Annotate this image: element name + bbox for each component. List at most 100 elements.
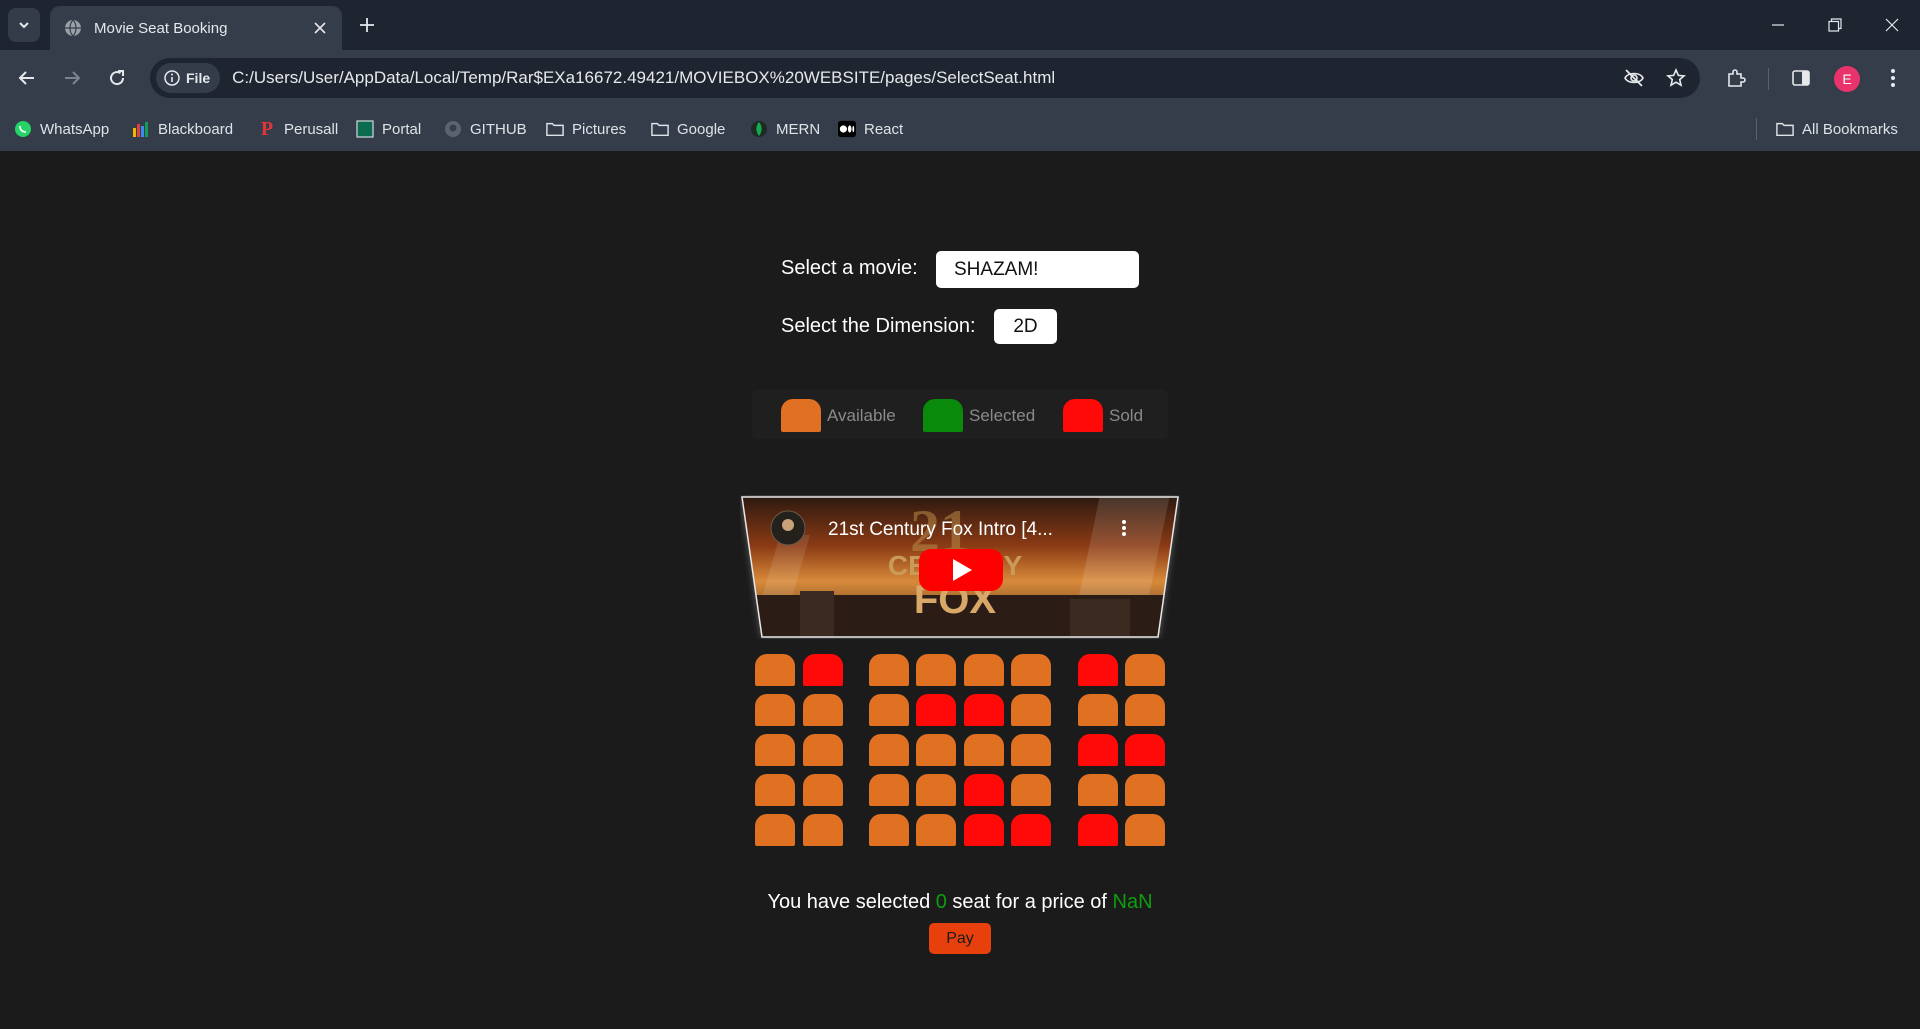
dimension-select[interactable]: 2D bbox=[994, 309, 1057, 344]
minimize-icon bbox=[1771, 24, 1784, 26]
perusall-icon: P bbox=[260, 117, 274, 140]
blackboard-icon bbox=[132, 120, 150, 138]
globe-icon bbox=[65, 19, 81, 37]
restore-button[interactable] bbox=[1806, 0, 1863, 50]
bookmark-label: Blackboard bbox=[158, 120, 234, 138]
seat-available[interactable] bbox=[1125, 654, 1165, 686]
seat-available[interactable] bbox=[869, 734, 909, 766]
address-bar[interactable]: File C:/Users/User/AppData/Local/Temp/Ra… bbox=[150, 58, 1700, 98]
all-bookmarks[interactable]: All Bookmarks bbox=[1776, 116, 1898, 142]
bookmark-github[interactable]: GITHUB bbox=[444, 116, 527, 142]
seat-available[interactable] bbox=[1078, 774, 1118, 806]
seat-sold bbox=[964, 774, 1004, 806]
url-text[interactable]: C:/Users/User/AppData/Local/Temp/Rar$EXa… bbox=[232, 68, 1616, 88]
close-icon bbox=[314, 22, 326, 34]
youtube-play-button[interactable] bbox=[919, 549, 1003, 591]
eye-off-button[interactable] bbox=[1616, 60, 1652, 96]
side-panel-button[interactable] bbox=[1783, 60, 1819, 96]
puzzle-icon bbox=[1728, 69, 1746, 87]
file-label: File bbox=[186, 70, 211, 86]
movie-select[interactable]: SHAZAM! bbox=[936, 251, 1139, 288]
seat-available[interactable] bbox=[755, 734, 795, 766]
seat-available[interactable] bbox=[964, 734, 1004, 766]
legend-label: Available bbox=[827, 405, 896, 425]
seat-sold bbox=[803, 654, 843, 686]
close-tab-button[interactable] bbox=[306, 14, 334, 42]
seat-available[interactable] bbox=[869, 814, 909, 846]
seat-available[interactable] bbox=[803, 694, 843, 726]
seat-available[interactable] bbox=[755, 654, 795, 686]
bookmark-google[interactable]: Google bbox=[651, 116, 725, 142]
seat-available[interactable] bbox=[964, 654, 1004, 686]
forward-button[interactable] bbox=[54, 60, 90, 96]
seat-available[interactable] bbox=[755, 694, 795, 726]
more-vertical-icon[interactable] bbox=[1122, 520, 1126, 536]
menu-button[interactable] bbox=[1875, 60, 1911, 96]
legend-selected: Selected bbox=[923, 399, 1035, 432]
seat-sold bbox=[964, 694, 1004, 726]
total-price: NaN bbox=[1112, 891, 1153, 913]
bookmark-blackboard[interactable]: Blackboard bbox=[132, 116, 233, 142]
seat-available[interactable] bbox=[916, 654, 956, 686]
seat-available[interactable] bbox=[1011, 694, 1051, 726]
all-bookmarks-label: All Bookmarks bbox=[1802, 120, 1898, 138]
back-button[interactable] bbox=[9, 60, 45, 96]
seat-sold bbox=[1078, 654, 1118, 686]
plus-icon bbox=[360, 18, 374, 32]
seat-available[interactable] bbox=[755, 814, 795, 846]
bookmark-pictures[interactable]: Pictures bbox=[546, 116, 626, 142]
bookmark-portal[interactable]: Portal bbox=[356, 116, 421, 142]
movie-label: Select a movie: bbox=[781, 257, 918, 279]
seat-available[interactable] bbox=[1125, 694, 1165, 726]
seat-available[interactable] bbox=[803, 814, 843, 846]
bookmark-label: Pictures bbox=[572, 120, 627, 138]
seat-available[interactable] bbox=[916, 814, 956, 846]
reload-button[interactable] bbox=[99, 60, 135, 96]
bookmark-mern[interactable]: MERN bbox=[750, 116, 820, 142]
seat-available[interactable] bbox=[1125, 814, 1165, 846]
video-title[interactable]: 21st Century Fox Intro [4... bbox=[828, 519, 1053, 540]
bookmark-label: GITHUB bbox=[470, 120, 527, 138]
legend-label: Sold bbox=[1109, 405, 1144, 425]
info-icon bbox=[164, 70, 180, 86]
minimize-button[interactable] bbox=[1749, 0, 1806, 50]
close-window-button[interactable] bbox=[1863, 0, 1920, 50]
legend-available: Available bbox=[781, 399, 896, 432]
bookmark-perusall[interactable]: P Perusall bbox=[258, 116, 338, 142]
extensions-button[interactable] bbox=[1718, 60, 1754, 96]
mongodb-icon bbox=[750, 120, 768, 138]
seat-icon bbox=[1063, 399, 1103, 432]
selection-summary: You have selected 0 seat for a price of … bbox=[0, 891, 1920, 914]
seat-available[interactable] bbox=[1011, 734, 1051, 766]
pay-button[interactable]: Pay bbox=[929, 923, 991, 954]
seat-available[interactable] bbox=[1011, 774, 1051, 806]
seat-available[interactable] bbox=[916, 734, 956, 766]
toolbar-divider bbox=[1768, 68, 1769, 90]
seat-available[interactable] bbox=[1125, 774, 1165, 806]
seat-available[interactable] bbox=[1011, 654, 1051, 686]
new-tab-button[interactable] bbox=[352, 10, 382, 40]
seat-available[interactable] bbox=[1078, 694, 1118, 726]
movie-select-value: SHAZAM! bbox=[954, 258, 1039, 280]
bookmarks-bar: WhatsApp Blackboard P Perusall Portal GI… bbox=[0, 106, 1920, 151]
seat-available[interactable] bbox=[916, 774, 956, 806]
site-info-chip[interactable]: File bbox=[156, 63, 221, 93]
seat-available[interactable] bbox=[869, 694, 909, 726]
seat-available[interactable] bbox=[869, 654, 909, 686]
chevron-down-icon bbox=[19, 22, 29, 29]
seat-sold bbox=[1078, 814, 1118, 846]
movie-screen[interactable]: 21 CENTURY FOX 21st Century Fox Intro [4… bbox=[740, 495, 1180, 639]
active-tab[interactable]: Movie Seat Booking bbox=[50, 6, 342, 50]
seat-available[interactable] bbox=[803, 734, 843, 766]
tab-search-button[interactable] bbox=[8, 8, 40, 42]
eye-off-icon bbox=[1624, 69, 1644, 87]
bookmark-star-button[interactable] bbox=[1658, 60, 1694, 96]
seat-available[interactable] bbox=[755, 774, 795, 806]
browser-toolbar: File C:/Users/User/AppData/Local/Temp/Ra… bbox=[0, 50, 1920, 106]
bookmark-label: Portal bbox=[382, 120, 422, 138]
seat-available[interactable] bbox=[869, 774, 909, 806]
bookmark-react[interactable]: React bbox=[838, 116, 903, 142]
seat-available[interactable] bbox=[803, 774, 843, 806]
profile-avatar[interactable]: E bbox=[1834, 66, 1860, 92]
bookmark-whatsapp[interactable]: WhatsApp bbox=[14, 116, 109, 142]
